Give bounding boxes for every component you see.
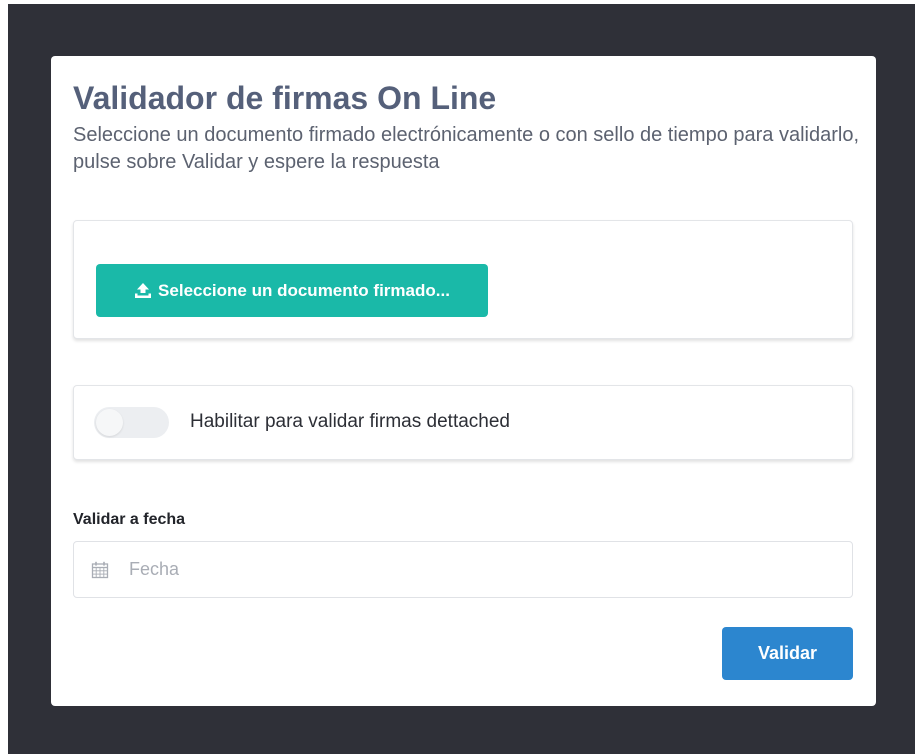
detached-panel: Habilitar para validar firmas dettached — [73, 385, 853, 460]
upload-panel: Seleccione un documento firmado... — [73, 220, 853, 339]
calendar-icon — [91, 561, 109, 579]
upload-icon — [135, 283, 152, 298]
date-field-label: Validar a fecha — [73, 511, 186, 528]
date-input[interactable] — [129, 542, 829, 597]
detached-toggle[interactable] — [94, 407, 169, 438]
page-subtitle: Seleccione un documento firmado electrón… — [73, 124, 860, 173]
select-document-button[interactable]: Seleccione un documento firmado... — [96, 264, 488, 317]
date-field — [73, 541, 853, 598]
toggle-knob — [96, 409, 123, 436]
detached-toggle-label: Habilitar para validar firmas dettached — [190, 411, 510, 432]
page-title: Validador de firmas On Line — [73, 80, 497, 116]
select-document-label: Seleccione un documento firmado... — [158, 280, 450, 300]
validate-button[interactable]: Validar — [722, 627, 853, 680]
validator-card: Validador de firmas On Line Seleccione u… — [51, 56, 876, 706]
